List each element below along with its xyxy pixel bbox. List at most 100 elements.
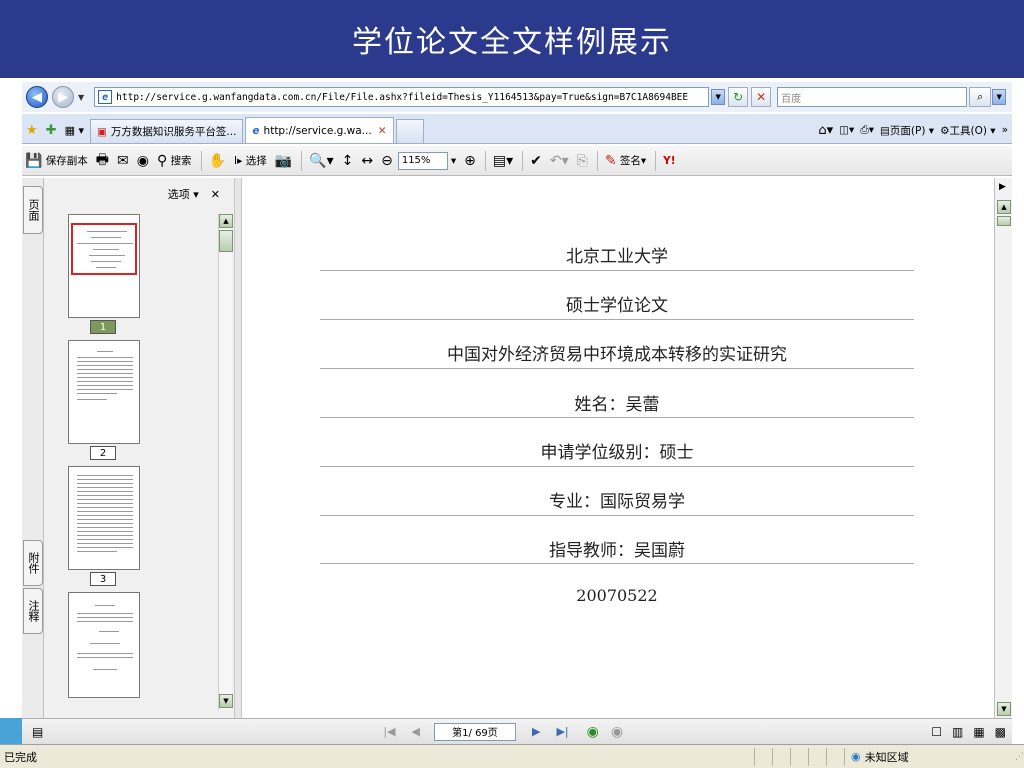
snapshot-icon[interactable]: 📷: [272, 149, 295, 173]
doc-scroll-thumb[interactable]: [997, 216, 1011, 226]
spellcheck-icon[interactable]: ✔: [527, 149, 545, 173]
hand-tool-icon[interactable]: ✋: [206, 149, 229, 173]
address-input[interactable]: e http://service.g.wanfangdata.com.cn/Fi…: [94, 87, 710, 107]
tab-service[interactable]: e http://service.g.wa... ✕: [245, 117, 394, 143]
next-view-icon[interactable]: ◉: [611, 724, 623, 740]
page-number-input[interactable]: 第1/ 69页: [433, 722, 516, 741]
email-icon[interactable]: ✉: [114, 149, 132, 173]
scroll-up-icon[interactable]: ▲: [219, 214, 233, 228]
single-page-view-icon[interactable]: ☐: [931, 725, 942, 739]
search-input[interactable]: 百度: [777, 87, 968, 107]
continuous-facing-icon[interactable]: ▩: [995, 725, 1006, 739]
fit-width-icon[interactable]: ↔: [358, 149, 376, 173]
undo-icon[interactable]: ↶▾: [547, 149, 572, 173]
page-number-2[interactable]: 2: [90, 446, 116, 460]
back-button[interactable]: ◀: [26, 86, 48, 108]
page-menu-icon: ▤: [880, 124, 890, 137]
save-copy-button[interactable]: 💾 保存副本: [22, 149, 91, 173]
page-number-3[interactable]: 3: [90, 572, 116, 586]
panel-splitter[interactable]: [234, 178, 242, 718]
page-navigation-bar: ▤ |◀ ◀ 第1/ 69页 ▶ ▶| ◉ ◉ ☐ ▥ ▦ ▩: [22, 718, 1012, 744]
next-page-icon[interactable]: ▶: [532, 725, 540, 738]
document-scrollbar[interactable]: ▶ ▲ ▼: [994, 178, 1012, 718]
sign-button[interactable]: ✎ 签名 ▾: [602, 149, 649, 173]
attachments-panel-tab[interactable]: 附件: [23, 540, 43, 586]
search-icon[interactable]: ⌕: [969, 87, 992, 107]
floppy-icon: 💾: [25, 152, 43, 169]
doc-scroll-up-icon[interactable]: ▲: [997, 200, 1011, 214]
slide-title: 学位论文全文样例展示: [0, 0, 1024, 78]
ie-page-icon: e: [98, 90, 113, 104]
forward-button[interactable]: ▶: [52, 86, 74, 108]
fit-page-icon[interactable]: ↕: [339, 149, 357, 173]
first-page-icon[interactable]: |◀: [383, 725, 395, 738]
page-menu[interactable]: ▤页面(P) ▾: [880, 123, 934, 138]
zoom-in-icon[interactable]: 🔍▾: [306, 149, 336, 173]
scroll-thumb[interactable]: [219, 230, 233, 252]
favorites-star-icon[interactable]: ★: [22, 117, 42, 143]
scroll-down-icon[interactable]: ▼: [219, 694, 233, 708]
pen-icon: ✎: [604, 152, 617, 169]
address-dropdown-icon[interactable]: ▼: [711, 89, 726, 105]
zone-indicator: ◉ 未知区域: [844, 747, 1004, 766]
page-thumbnail-3[interactable]: [68, 466, 140, 570]
feeds-icon[interactable]: ◫▾: [839, 124, 854, 136]
search-button[interactable]: ⚲ 搜索: [154, 149, 195, 173]
pages-panel: 选项 ▾ ✕ 1 2 3 ▲ ▼: [44, 178, 234, 718]
toolbar-divider: [484, 150, 486, 171]
new-tab-button[interactable]: [395, 119, 424, 143]
doc-university: 北京工业大学: [566, 247, 668, 267]
page-thumbnail-2[interactable]: [68, 340, 140, 444]
globe-icon[interactable]: ◉: [134, 149, 152, 173]
zoom-plus-icon[interactable]: ⊕: [461, 149, 479, 173]
home-icon[interactable]: ⌂▾: [818, 123, 833, 138]
binoculars-icon: ⚲: [156, 152, 168, 169]
tab-wanfang[interactable]: ▣ 万方数据知识服务平台签...: [89, 119, 244, 143]
previous-page-icon[interactable]: ◀: [412, 725, 420, 738]
page-thumbnail-1[interactable]: [68, 214, 140, 318]
continuous-view-icon[interactable]: ▥: [952, 725, 963, 739]
yahoo-icon[interactable]: Y!: [660, 149, 678, 173]
tab-label: 万方数据知识服务平台签...: [110, 126, 237, 138]
print-icon[interactable]: ⎙▾: [860, 124, 874, 137]
stop-icon[interactable]: ✕: [751, 87, 772, 107]
tools-menu[interactable]: ⚙工具(O) ▾: [940, 123, 996, 138]
ie-command-bar: ⌂▾ ◫▾ ⎙▾ ▤页面(P) ▾ ⚙工具(O) ▾ »: [818, 117, 1012, 143]
refresh-icon[interactable]: ↻: [728, 87, 749, 107]
zoom-select[interactable]: 115%: [397, 151, 448, 170]
toolbar-divider: [655, 150, 657, 171]
print-button[interactable]: 🖶: [93, 149, 112, 173]
status-text: 已完成: [4, 750, 37, 764]
page-thumbnail-4[interactable]: [68, 592, 140, 698]
doc-degree-type: 硕士学位论文: [566, 296, 668, 316]
panel-toggle-icon[interactable]: ▤: [32, 725, 43, 739]
doc-date: 20070522: [576, 586, 658, 605]
zone-text: 未知区域: [864, 750, 909, 764]
thumbnail-scrollbar[interactable]: ▲ ▼: [218, 214, 233, 710]
facing-view-icon[interactable]: ▦: [973, 725, 984, 739]
zoom-out-icon[interactable]: ⊖: [378, 149, 396, 173]
pages-tab-label: 页面: [27, 199, 40, 221]
scroll-right-arrow-icon[interactable]: ▶: [999, 182, 1006, 192]
comments-panel-tab[interactable]: 注释: [23, 588, 43, 634]
zoom-dropdown-icon[interactable]: ▾: [448, 149, 459, 173]
pages-panel-tab[interactable]: 页面: [23, 186, 43, 234]
doc-scroll-down-icon[interactable]: ▼: [997, 702, 1011, 716]
previous-view-icon[interactable]: ◉: [587, 724, 599, 740]
resize-grip-icon[interactable]: ⋰: [1004, 752, 1024, 762]
close-panel-icon[interactable]: ✕: [211, 188, 220, 201]
last-page-icon[interactable]: ▶|: [556, 725, 568, 738]
search-dropdown-icon[interactable]: ▼: [992, 89, 1007, 105]
select-tool-button[interactable]: I▸ 选择: [231, 149, 270, 173]
pdf-toolbar: 💾 保存副本 🖶 ✉ ◉ ⚲ 搜索 ✋ I▸ 选择 📷 🔍▾ ↕ ↔ ⊖ 115…: [22, 146, 1012, 176]
page-layout-icon[interactable]: ▤▾: [490, 149, 516, 173]
overflow-chevron-icon[interactable]: »: [1002, 124, 1008, 136]
tab-close-icon[interactable]: ✕: [378, 125, 387, 137]
options-menu[interactable]: 选项 ▾: [168, 186, 199, 202]
add-favorite-icon[interactable]: ✚: [42, 117, 61, 143]
toolbar-divider: [301, 150, 303, 171]
copy-icon[interactable]: ⎘: [574, 149, 591, 173]
page-number-1[interactable]: 1: [90, 320, 116, 334]
quick-tabs-icon[interactable]: ▦ ▾: [61, 117, 88, 143]
history-dropdown-icon[interactable]: ▼: [78, 93, 84, 102]
